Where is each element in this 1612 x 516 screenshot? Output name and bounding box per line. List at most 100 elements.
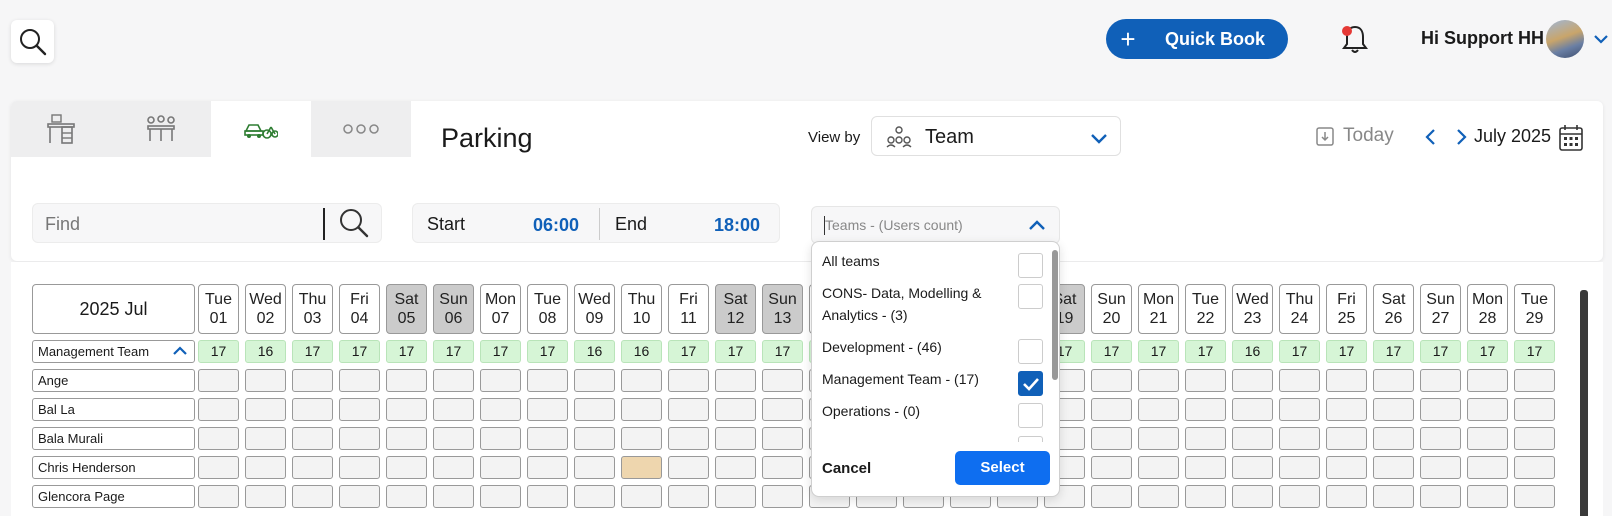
- team-count-cell[interactable]: 17: [1373, 340, 1414, 363]
- team-count-cell[interactable]: 17: [715, 340, 756, 363]
- booking-slot[interactable]: [1420, 427, 1461, 450]
- booking-slot[interactable]: [433, 427, 474, 450]
- booking-slot[interactable]: [1373, 369, 1414, 392]
- booking-slot[interactable]: [339, 456, 380, 479]
- booking-slot[interactable]: [433, 369, 474, 392]
- booking-slot[interactable]: [198, 427, 239, 450]
- grid-scrollbar[interactable]: [1580, 290, 1588, 516]
- team-count-cell[interactable]: 17: [1326, 340, 1367, 363]
- booking-slot[interactable]: [1091, 456, 1132, 479]
- today-button[interactable]: Today: [1315, 125, 1394, 147]
- team-count-cell[interactable]: 17: [1467, 340, 1508, 363]
- find-input[interactable]: [45, 212, 345, 236]
- booking-slot[interactable]: [1279, 485, 1320, 508]
- booking-slot[interactable]: [1091, 398, 1132, 421]
- tab-parking[interactable]: [211, 101, 311, 157]
- team-count-cell[interactable]: 16: [1232, 340, 1273, 363]
- booking-slot[interactable]: [1326, 369, 1367, 392]
- booking-slot[interactable]: [668, 369, 709, 392]
- booking-slot[interactable]: [1467, 456, 1508, 479]
- booking-slot[interactable]: [292, 369, 333, 392]
- booking-slot[interactable]: [527, 427, 568, 450]
- team-row-label[interactable]: Management Team: [32, 340, 195, 363]
- booking-slot[interactable]: [433, 398, 474, 421]
- end-time-value[interactable]: 18:00: [714, 215, 760, 236]
- booking-slot[interactable]: [198, 398, 239, 421]
- booking-slot[interactable]: [1279, 398, 1320, 421]
- tab-more[interactable]: [311, 101, 411, 157]
- booking-slot[interactable]: [1326, 456, 1367, 479]
- dropdown-scrollbar[interactable]: [1052, 250, 1058, 380]
- team-count-cell[interactable]: 17: [339, 340, 380, 363]
- cancel-button[interactable]: Cancel: [822, 460, 871, 477]
- team-count-cell[interactable]: 17: [1185, 340, 1226, 363]
- team-count-cell[interactable]: 17: [1514, 340, 1555, 363]
- booking-slot[interactable]: [527, 485, 568, 508]
- booking-slot[interactable]: [574, 369, 615, 392]
- booking-slot[interactable]: [480, 427, 521, 450]
- booking-slot[interactable]: [527, 398, 568, 421]
- team-count-cell[interactable]: 17: [762, 340, 803, 363]
- team-count-cell[interactable]: 17: [1091, 340, 1132, 363]
- booking-slot[interactable]: [245, 485, 286, 508]
- booking-slot[interactable]: [668, 427, 709, 450]
- chevron-up-icon[interactable]: [1028, 218, 1046, 232]
- booking-slot[interactable]: [1373, 398, 1414, 421]
- booking-slot[interactable]: [1467, 485, 1508, 508]
- booking-slot[interactable]: [1138, 485, 1179, 508]
- booking-slot[interactable]: [480, 398, 521, 421]
- team-option-label[interactable]: Operations - (0): [822, 400, 1012, 422]
- booking-slot[interactable]: [1232, 398, 1273, 421]
- team-option-checkbox[interactable]: [1018, 253, 1043, 278]
- booking-slot[interactable]: [574, 427, 615, 450]
- team-count-cell[interactable]: 17: [433, 340, 474, 363]
- booking-slot[interactable]: [198, 485, 239, 508]
- booking-slot[interactable]: [1420, 369, 1461, 392]
- booking-slot[interactable]: [1514, 456, 1555, 479]
- team-count-cell[interactable]: 17: [386, 340, 427, 363]
- booking-slot[interactable]: [1467, 398, 1508, 421]
- booking-slot[interactable]: [292, 427, 333, 450]
- team-option-checkbox[interactable]: [1018, 284, 1043, 309]
- booking-slot[interactable]: [292, 398, 333, 421]
- booking-slot[interactable]: [1232, 427, 1273, 450]
- booking-slot[interactable]: [1373, 456, 1414, 479]
- teams-select[interactable]: Teams - (Users count): [811, 206, 1060, 244]
- booking-slot[interactable]: [1279, 427, 1320, 450]
- booking-slot[interactable]: [386, 398, 427, 421]
- booking-slot[interactable]: [1185, 427, 1226, 450]
- bell-icon[interactable]: [1340, 22, 1370, 56]
- booking-slot[interactable]: [245, 456, 286, 479]
- booking-slot[interactable]: [386, 427, 427, 450]
- booking-slot[interactable]: [1467, 427, 1508, 450]
- booking-slot[interactable]: [1279, 456, 1320, 479]
- quick-book-button[interactable]: + Quick Book: [1106, 19, 1288, 59]
- booking-slot[interactable]: [715, 369, 756, 392]
- select-button[interactable]: Select: [955, 451, 1050, 485]
- booking-slot[interactable]: [762, 369, 803, 392]
- booking-slot[interactable]: [1091, 369, 1132, 392]
- booking-slot[interactable]: [1467, 369, 1508, 392]
- team-count-cell[interactable]: 17: [198, 340, 239, 363]
- booking-slot[interactable]: [198, 456, 239, 479]
- booking-slot[interactable]: [574, 485, 615, 508]
- booking-slot[interactable]: [574, 456, 615, 479]
- booking-slot[interactable]: [339, 369, 380, 392]
- tab-desks[interactable]: [11, 101, 111, 157]
- booking-slot[interactable]: [621, 485, 662, 508]
- booking-slot[interactable]: [621, 456, 662, 479]
- start-time-value[interactable]: 06:00: [533, 215, 579, 236]
- booking-slot[interactable]: [1185, 369, 1226, 392]
- booking-slot[interactable]: [1091, 427, 1132, 450]
- booking-slot[interactable]: [527, 456, 568, 479]
- team-option-label[interactable]: Development - (46): [822, 336, 1012, 358]
- booking-slot[interactable]: [1232, 369, 1273, 392]
- booking-slot[interactable]: [386, 485, 427, 508]
- booking-slot[interactable]: [621, 427, 662, 450]
- previous-month-button[interactable]: [1424, 128, 1438, 146]
- booking-slot[interactable]: [1138, 456, 1179, 479]
- booking-slot[interactable]: [668, 456, 709, 479]
- booking-slot[interactable]: [621, 369, 662, 392]
- booking-slot[interactable]: [621, 398, 662, 421]
- team-option-label[interactable]: All teams: [822, 250, 1012, 272]
